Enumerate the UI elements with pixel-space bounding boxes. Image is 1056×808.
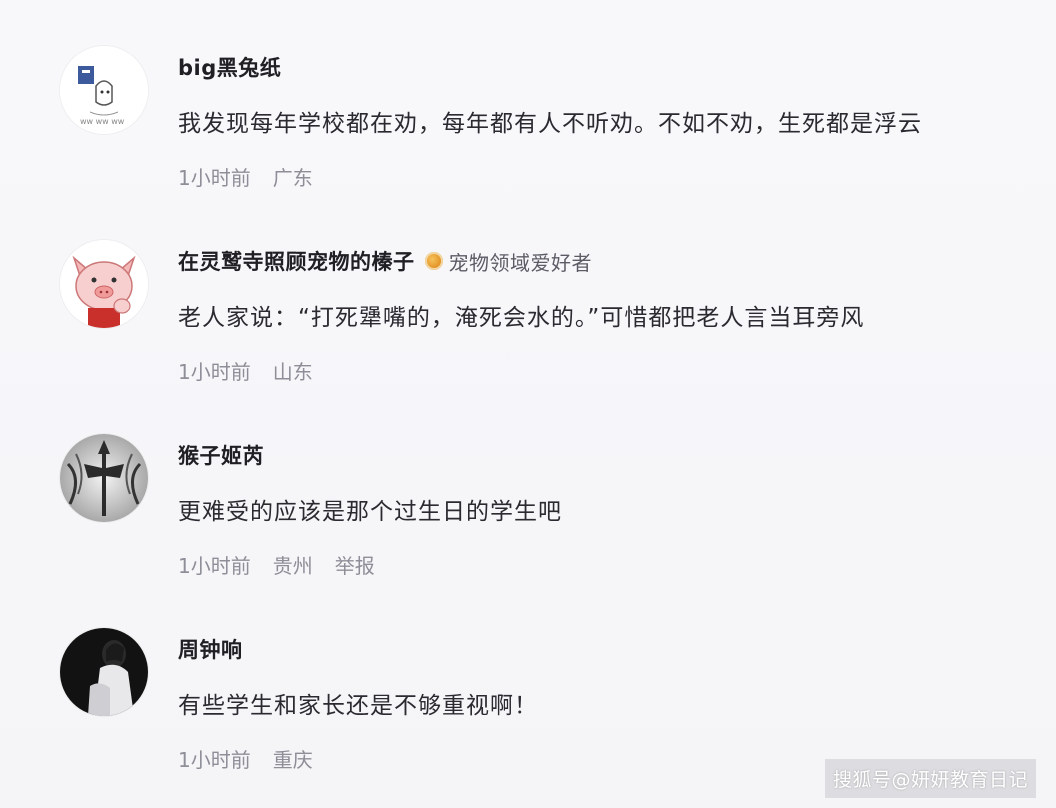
comment-text: 有些学生和家长还是不够重视啊！ (178, 693, 538, 719)
avatar[interactable]: ww ww ww (60, 46, 148, 134)
comment-meta: 1小时前 山东 (178, 356, 313, 385)
username-text[interactable]: 猴子姬芮 (178, 440, 264, 470)
comment-text: 我发现每年学校都在劝，每年都有人不听劝。不如不劝，生死都是浮云 (178, 111, 922, 137)
report-link[interactable]: 举报 (335, 550, 375, 579)
username-text[interactable]: 周钟响 (178, 634, 243, 664)
comment-item: ww ww ww big黑兔纸 我发现每年学校都在劝，每年都有人不听劝。不如不劝… (0, 0, 1056, 190)
badge-label: 宠物领域爱好者 (448, 250, 592, 275)
medal-icon (424, 252, 443, 270)
comment-location: 贵州 (272, 554, 313, 578)
svg-text:ww ww ww: ww ww ww (80, 117, 125, 126)
username-text[interactable]: 在灵鹫寺照顾宠物的榛子 (178, 246, 415, 276)
watermark: 搜狐号@妍妍教育日记 (824, 759, 1036, 798)
comment-time: 1小时前 (178, 166, 251, 190)
comment-location: 广东 (272, 166, 313, 190)
avatar[interactable] (60, 240, 148, 328)
comment-item: 在灵鹫寺照顾宠物的榛子 宠物领域爱好者 老人家说：“打死犟嘴的，淹死会水的。”可… (0, 194, 1056, 384)
avatar[interactable] (60, 434, 148, 522)
comment-item: 周钟响 有些学生和家长还是不够重视啊！ 1小时前 重庆 (0, 582, 1056, 772)
comment-time: 1小时前 (178, 360, 251, 384)
username-text[interactable]: big黑兔纸 (178, 52, 281, 82)
user-badge: 宠物领域爱好者 (424, 247, 593, 276)
comment-item: 猴子姬芮 更难受的应该是那个过生日的学生吧 1小时前 贵州 举报 (0, 388, 1056, 578)
comment-text: 老人家说：“打死犟嘴的，淹死会水的。”可惜都把老人言当耳旁风 (178, 305, 865, 331)
comment-meta: 1小时前 重庆 (178, 744, 313, 773)
comment-location: 山东 (272, 360, 313, 384)
comment-time: 1小时前 (178, 554, 251, 578)
comment-list: ww ww ww big黑兔纸 我发现每年学校都在劝，每年都有人不听劝。不如不劝… (0, 0, 1056, 808)
username[interactable]: 周钟响 (178, 634, 243, 664)
comment-location: 重庆 (272, 748, 313, 772)
comment-meta: 1小时前 贵州 举报 (178, 550, 375, 579)
avatar[interactable] (60, 628, 148, 716)
comment-time: 1小时前 (178, 748, 251, 772)
username[interactable]: 猴子姬芮 (178, 440, 264, 470)
comment-meta: 1小时前 广东 (178, 162, 313, 191)
comment-text: 更难受的应该是那个过生日的学生吧 (178, 499, 562, 525)
username[interactable]: 在灵鹫寺照顾宠物的榛子 宠物领域爱好者 (178, 246, 592, 276)
username[interactable]: big黑兔纸 (178, 52, 281, 82)
